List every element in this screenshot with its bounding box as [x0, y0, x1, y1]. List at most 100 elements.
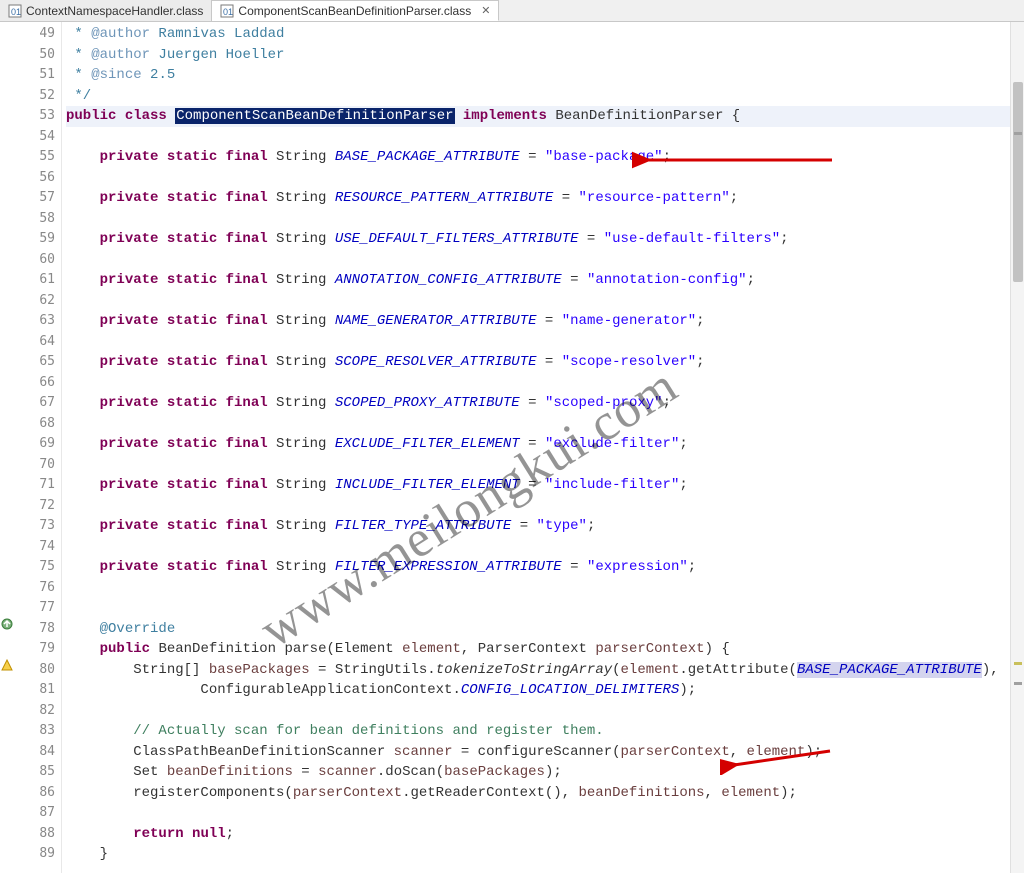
line-number: 60 [14, 250, 55, 271]
line-number: 76 [14, 578, 55, 599]
line-number: 87 [14, 803, 55, 824]
line-number: 75 [14, 557, 55, 578]
line-number: 65 [14, 352, 55, 373]
code-line: private static final String EXCLUDE_FILT… [66, 434, 1010, 455]
line-number: 52 [14, 86, 55, 107]
marker-strip [0, 22, 14, 873]
svg-text:01: 01 [223, 7, 233, 17]
line-number: 73 [14, 516, 55, 537]
code-line [66, 803, 1010, 824]
overview-mark [1014, 682, 1022, 685]
code-line [66, 291, 1010, 312]
editor-tab-bar: 01 ContextNamespaceHandler.class 01 Comp… [0, 0, 1024, 22]
tab-component-scan-parser[interactable]: 01 ComponentScanBeanDefinitionParser.cla… [212, 0, 499, 21]
line-number: 84 [14, 742, 55, 763]
tab-context-namespace-handler[interactable]: 01 ContextNamespaceHandler.class [0, 0, 212, 21]
line-number: 57 [14, 188, 55, 209]
code-line: * @since 2.5 [66, 65, 1010, 86]
line-number: 69 [14, 434, 55, 455]
line-number: 80 [14, 660, 55, 681]
code-line: private static final String RESOURCE_PAT… [66, 188, 1010, 209]
line-number: 81 [14, 680, 55, 701]
code-line: public class ComponentScanBeanDefinition… [66, 106, 1010, 127]
code-line [66, 578, 1010, 599]
code-line [66, 250, 1010, 271]
code-line: registerComponents(parserContext.getRead… [66, 783, 1010, 804]
code-line: * @author Ramnivas Laddad [66, 24, 1010, 45]
code-line: private static final String FILTER_EXPRE… [66, 557, 1010, 578]
code-line: private static final String ANNOTATION_C… [66, 270, 1010, 291]
code-line [66, 127, 1010, 148]
code-line [66, 414, 1010, 435]
class-file-icon: 01 [8, 4, 22, 18]
code-line: private static final String USE_DEFAULT_… [66, 229, 1010, 250]
line-number: 64 [14, 332, 55, 353]
overview-mark [1014, 662, 1022, 665]
line-number: 54 [14, 127, 55, 148]
code-line: ClassPathBeanDefinitionScanner scanner =… [66, 742, 1010, 763]
line-number: 51 [14, 65, 55, 86]
line-number-gutter: 4950515253545556575859606162636465666768… [14, 22, 62, 873]
line-number: 68 [14, 414, 55, 435]
line-number: 66 [14, 373, 55, 394]
line-number: 55 [14, 147, 55, 168]
warning-marker-icon[interactable] [1, 659, 13, 671]
line-number: 59 [14, 229, 55, 250]
line-number: 53 [14, 106, 55, 127]
code-line [66, 455, 1010, 476]
code-editor-content[interactable]: * @author Ramnivas Laddad * @author Juer… [62, 22, 1010, 873]
line-number: 85 [14, 762, 55, 783]
line-number: 82 [14, 701, 55, 722]
code-line [66, 496, 1010, 517]
line-number: 61 [14, 270, 55, 291]
code-line: private static final String NAME_GENERAT… [66, 311, 1010, 332]
code-line: private static final String BASE_PACKAGE… [66, 147, 1010, 168]
code-line: private static final String FILTER_TYPE_… [66, 516, 1010, 537]
code-line: } [66, 844, 1010, 865]
line-number: 50 [14, 45, 55, 66]
line-number: 72 [14, 496, 55, 517]
code-line: @Override [66, 619, 1010, 640]
code-line [66, 373, 1010, 394]
class-file-icon: 01 [220, 4, 234, 18]
line-number: 89 [14, 844, 55, 865]
scroll-thumb[interactable] [1013, 82, 1023, 282]
line-number: 58 [14, 209, 55, 230]
line-number: 83 [14, 721, 55, 742]
overview-mark [1014, 132, 1022, 135]
code-line: */ [66, 86, 1010, 107]
line-number: 49 [14, 24, 55, 45]
code-line: private static final String SCOPE_RESOLV… [66, 352, 1010, 373]
code-line: private static final String INCLUDE_FILT… [66, 475, 1010, 496]
line-number: 74 [14, 537, 55, 558]
code-line: Set beanDefinitions = scanner.doScan(bas… [66, 762, 1010, 783]
code-line [66, 598, 1010, 619]
code-line: ConfigurableApplicationContext.CONFIG_LO… [66, 680, 1010, 701]
line-number: 86 [14, 783, 55, 804]
tab-label: ComponentScanBeanDefinitionParser.class [238, 4, 471, 18]
line-number: 67 [14, 393, 55, 414]
code-line: public BeanDefinition parse(Element elem… [66, 639, 1010, 660]
line-number: 62 [14, 291, 55, 312]
svg-text:01: 01 [11, 7, 21, 17]
editor-area: 4950515253545556575859606162636465666768… [0, 22, 1024, 873]
code-line [66, 168, 1010, 189]
override-marker-icon[interactable] [1, 618, 13, 630]
code-line: String[] basePackages = StringUtils.toke… [66, 660, 1010, 681]
tab-label: ContextNamespaceHandler.class [26, 4, 203, 18]
code-line: * @author Juergen Hoeller [66, 45, 1010, 66]
code-line [66, 537, 1010, 558]
line-number: 70 [14, 455, 55, 476]
code-line [66, 701, 1010, 722]
line-number: 88 [14, 824, 55, 845]
code-line: // Actually scan for bean definitions an… [66, 721, 1010, 742]
close-icon[interactable]: ✕ [481, 4, 490, 17]
line-number: 56 [14, 168, 55, 189]
code-line [66, 332, 1010, 353]
vertical-scrollbar[interactable] [1010, 22, 1024, 873]
line-number: 77 [14, 598, 55, 619]
code-line: private static final String SCOPED_PROXY… [66, 393, 1010, 414]
code-line: return null; [66, 824, 1010, 845]
line-number: 71 [14, 475, 55, 496]
line-number: 78 [14, 619, 55, 640]
